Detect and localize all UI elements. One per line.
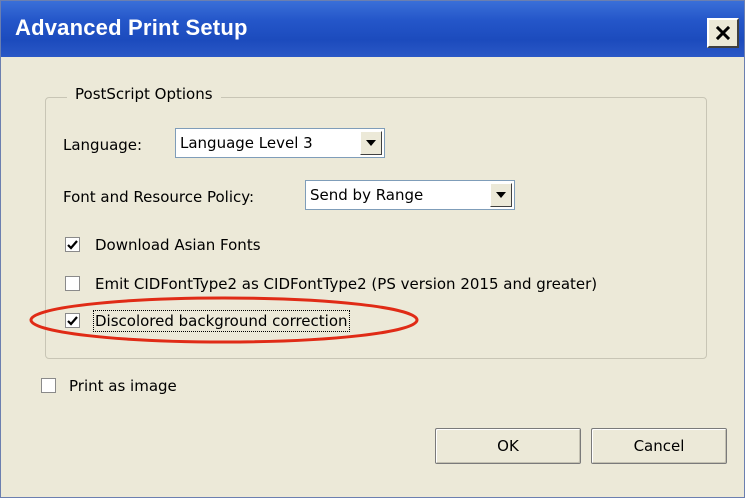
language-label: Language: (63, 136, 143, 154)
discolored-background-label: Discolored background correction (93, 310, 350, 332)
close-icon (716, 26, 730, 40)
close-button[interactable] (707, 18, 739, 48)
language-dropdown-button[interactable] (360, 131, 382, 155)
download-asian-fonts-label: Download Asian Fonts (95, 236, 261, 254)
emit-cidfonttype2-checkbox[interactable] (65, 276, 80, 291)
download-asian-fonts-checkbox[interactable] (65, 237, 80, 252)
language-value: Language Level 3 (180, 134, 313, 152)
ok-button[interactable]: OK (435, 428, 581, 464)
window-title: Advanced Print Setup (15, 15, 248, 40)
advanced-print-setup-dialog: Advanced Print Setup PostScript Options … (0, 0, 745, 498)
checkmark-icon (67, 239, 78, 250)
font-policy-dropdown-button[interactable] (490, 183, 512, 207)
checkmark-icon (67, 315, 78, 326)
font-policy-label: Font and Resource Policy: (63, 188, 255, 206)
discolored-background-checkbox[interactable] (65, 313, 80, 328)
chevron-down-icon (496, 192, 506, 198)
language-dropdown[interactable]: Language Level 3 (175, 128, 385, 158)
emit-cidfonttype2-label: Emit CIDFontType2 as CIDFontType2 (PS ve… (95, 275, 598, 293)
title-bar[interactable]: Advanced Print Setup (1, 1, 744, 57)
chevron-down-icon (366, 140, 376, 146)
cancel-button[interactable]: Cancel (591, 428, 727, 464)
print-as-image-checkbox[interactable] (41, 378, 56, 393)
group-title: PostScript Options (67, 85, 221, 103)
font-policy-dropdown[interactable]: Send by Range (305, 180, 515, 210)
print-as-image-label: Print as image (69, 377, 177, 395)
font-policy-value: Send by Range (310, 186, 424, 204)
